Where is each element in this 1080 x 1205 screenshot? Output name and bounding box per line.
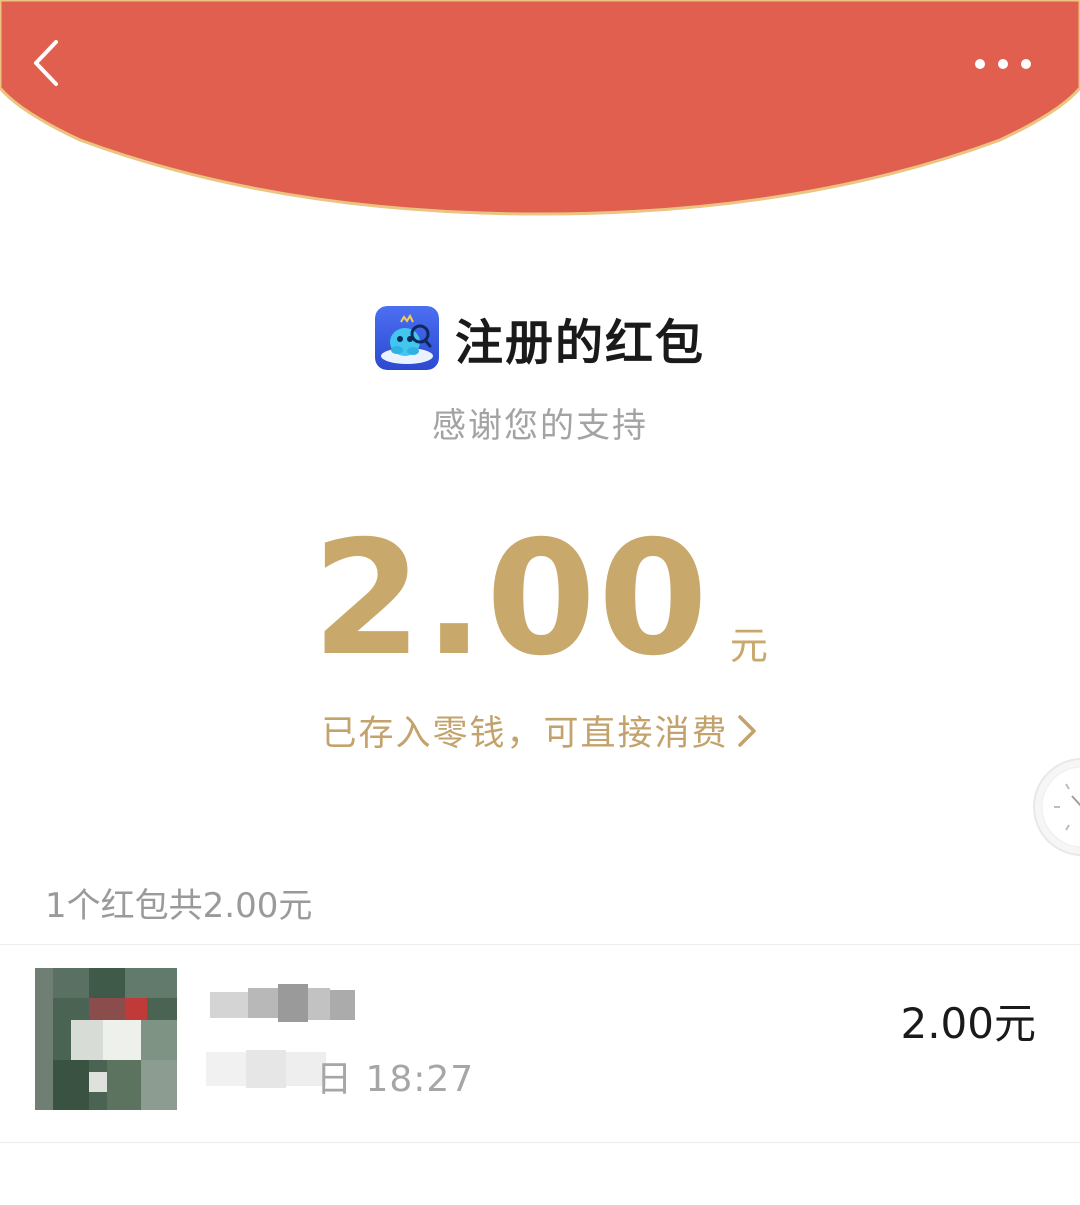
wallet-link-label: 已存入零钱，可直接消费 <box>321 714 729 754</box>
divider-bottom <box>0 1142 1080 1143</box>
chevron-right-icon <box>737 714 756 747</box>
divider-top <box>0 944 1080 945</box>
record-amount: 2.00元 <box>900 999 1036 1048</box>
recipient-name-blurred <box>210 984 355 1026</box>
sender-header: 注册的红包 <box>0 303 1080 373</box>
amount-display: 2.00 元 <box>0 520 1080 678</box>
blessing-message: 感谢您的支持 <box>432 406 648 446</box>
chevron-left-icon <box>34 40 58 86</box>
date-blurred <box>196 1042 336 1092</box>
packet-summary: 1个红包共2.00元 <box>45 886 313 926</box>
wallet-change-link[interactable]: 已存入零钱，可直接消费 <box>0 705 1080 756</box>
record-time: 日 18:27 <box>316 1059 475 1100</box>
amount-value: 2.00 <box>312 507 710 691</box>
more-options-button[interactable] <box>970 42 1040 86</box>
back-button[interactable] <box>22 30 82 94</box>
recipient-record-row[interactable]: 日 18:27 2.00元 <box>0 946 1080 1142</box>
app-mascot-icon <box>374 306 439 370</box>
amount-unit: 元 <box>729 624 768 668</box>
more-dots-icon <box>975 59 1031 69</box>
header-banner <box>0 0 1080 216</box>
red-packet-detail-page: 注册的红包 感谢您的支持 2.00 元 已存入零钱，可直接消费 1个红包共2.0… <box>0 0 1080 1205</box>
recipient-avatar <box>35 968 177 1110</box>
floating-clock-icon[interactable] <box>1032 752 1080 862</box>
sender-title: 注册的红包 <box>454 315 705 371</box>
